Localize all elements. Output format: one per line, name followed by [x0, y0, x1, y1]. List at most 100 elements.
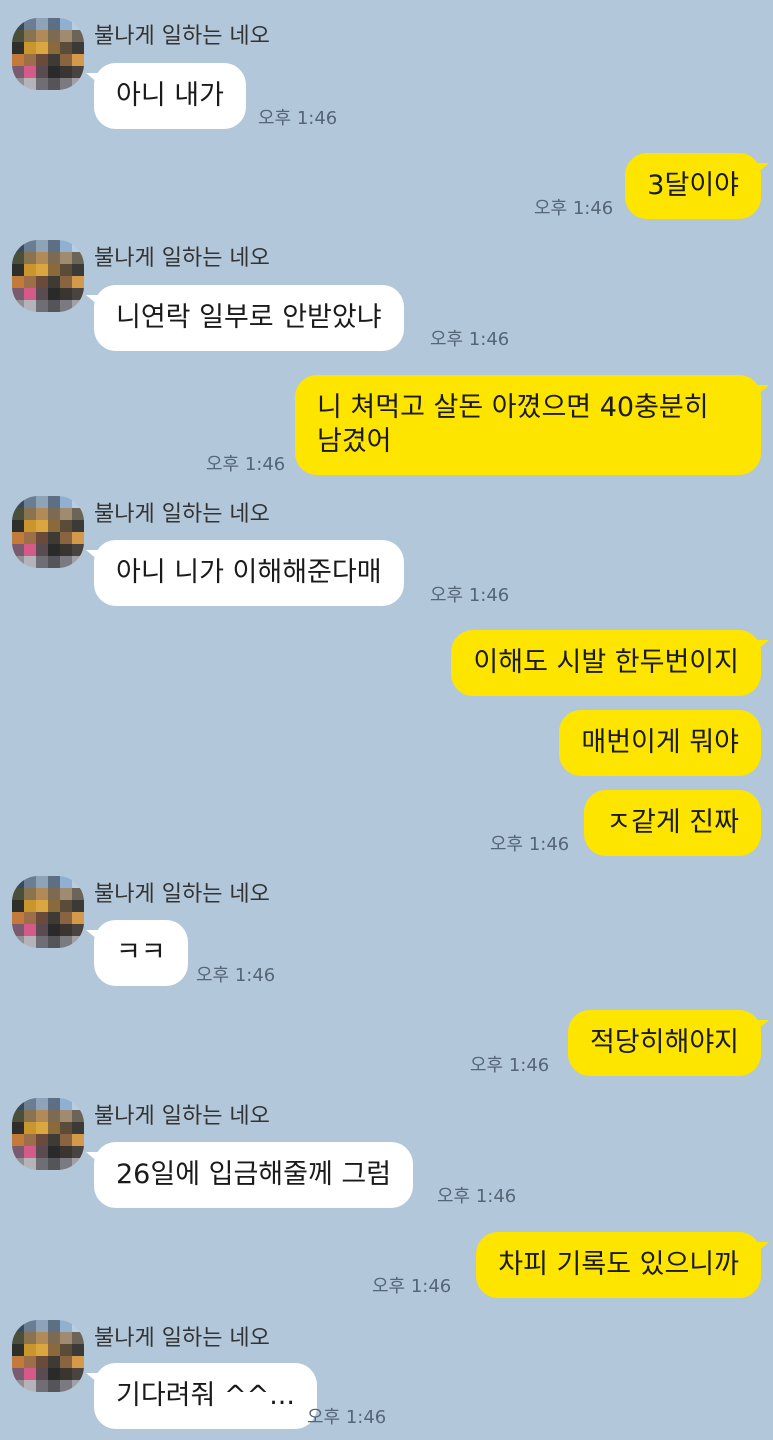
avatar-pixel: [60, 1158, 72, 1170]
avatar-pixel: [24, 508, 36, 520]
avatar-pixel: [72, 264, 84, 276]
avatar-pixel: [72, 18, 84, 30]
avatar-pixel: [48, 520, 60, 532]
avatar-pixel: [48, 1380, 60, 1392]
avatar-pixel: [12, 544, 24, 556]
avatar-pixel: [48, 1356, 60, 1368]
avatar-pixel: [12, 288, 24, 300]
message-timestamp: 오후 1:46: [206, 454, 286, 475]
avatar-pixel: [24, 1368, 36, 1380]
avatar-pixel: [48, 1146, 60, 1158]
avatar-pixel: [12, 924, 24, 936]
avatar-pixel: [60, 1110, 72, 1122]
avatar-pixel: [48, 1332, 60, 1344]
avatar[interactable]: [12, 1098, 84, 1170]
avatar-pixel: [24, 532, 36, 544]
avatar-pixel: [24, 1356, 36, 1368]
avatar-pixel: [60, 1320, 72, 1332]
avatar-pixel: [36, 520, 48, 532]
avatar-pixel: [72, 556, 84, 568]
avatar-pixel: [48, 240, 60, 252]
avatar[interactable]: [12, 240, 84, 312]
message-bubble-incoming[interactable]: 26일에 입금해줄께 그럼: [85, 1142, 414, 1208]
avatar-pixel: [48, 30, 60, 42]
avatar-pixel: [24, 276, 36, 288]
message-bubble-outgoing[interactable]: 적당히해야지: [567, 1010, 770, 1076]
avatar[interactable]: [12, 1320, 84, 1392]
message-bubble-outgoing[interactable]: 3달이야: [625, 153, 769, 219]
avatar-pixel: [72, 508, 84, 520]
message-bubble-outgoing[interactable]: 이해도 시발 한두번이지: [451, 630, 769, 696]
avatar-pixel: [48, 1320, 60, 1332]
avatar-pixel: [60, 252, 72, 264]
avatar-pixel: [12, 66, 24, 78]
avatar-pixel: [72, 532, 84, 544]
avatar-pixel: [24, 240, 36, 252]
avatar-pixel: [60, 30, 72, 42]
avatar[interactable]: [12, 876, 84, 948]
message-timestamp: 오후 1:46: [430, 585, 510, 606]
avatar-pixel: [72, 900, 84, 912]
avatar-pixel: [12, 1356, 24, 1368]
avatar-pixel: [60, 18, 72, 30]
sender-name: 불나게 일하는 네오: [94, 24, 270, 49]
avatar-pixel: [24, 1146, 36, 1158]
avatar-pixel: [24, 888, 36, 900]
avatar-pixel: [60, 66, 72, 78]
message-bubble-incoming[interactable]: 아니 니가 이해해준다매: [86, 540, 404, 606]
avatar-pixel: [72, 30, 84, 42]
avatar-pixel: [60, 936, 72, 948]
avatar-pixel: [36, 54, 48, 66]
avatar-pixel: [36, 276, 48, 288]
avatar-pixel: [72, 240, 84, 252]
avatar-pixel: [24, 556, 36, 568]
avatar-pixel: [60, 888, 72, 900]
message-timestamp: 오후 1:46: [470, 1055, 550, 1076]
avatar-pixel: [24, 900, 36, 912]
avatar-pixel: [36, 544, 48, 556]
avatar-pixel: [48, 66, 60, 78]
avatar-pixel: [48, 876, 60, 888]
message-bubble-incoming[interactable]: ㅋㅋ: [86, 920, 188, 986]
avatar-pixel: [60, 264, 72, 276]
message-bubble-incoming[interactable]: 니연락 일부로 안받았냐: [86, 285, 404, 351]
message-bubble-outgoing[interactable]: 니 쳐먹고 살돈 아꼈으면 40충분히 남겼어: [295, 375, 769, 475]
sender-name: 불나게 일하는 네오: [94, 246, 270, 271]
message-timestamp: 오후 1:46: [307, 1407, 387, 1428]
message-bubble-incoming[interactable]: 아니 내가: [86, 63, 246, 129]
message-bubble-outgoing[interactable]: ㅈ같게 진짜: [584, 790, 761, 856]
avatar-pixel: [24, 1332, 36, 1344]
message-bubble-outgoing[interactable]: 매번이게 뭐야: [559, 710, 761, 776]
avatar-pixel: [72, 288, 84, 300]
avatar-pixel: [36, 936, 48, 948]
avatar-pixel: [72, 1110, 84, 1122]
avatar-pixel: [72, 1158, 84, 1170]
avatar-pixel: [48, 42, 60, 54]
avatar-pixel: [12, 888, 24, 900]
avatar-pixel: [36, 1158, 48, 1170]
avatar-pixel: [72, 1146, 84, 1158]
avatar-pixel: [12, 1320, 24, 1332]
avatar-pixel: [36, 66, 48, 78]
message-bubble-outgoing[interactable]: 차피 기록도 있으니까: [476, 1232, 769, 1298]
message-bubble-incoming[interactable]: 기다려줘 ^^...: [86, 1363, 317, 1429]
sender-name: 불나게 일하는 네오: [94, 1104, 270, 1129]
avatar-pixel: [36, 1332, 48, 1344]
avatar-pixel: [12, 496, 24, 508]
avatar-pixel: [12, 30, 24, 42]
avatar[interactable]: [12, 18, 84, 90]
avatar-pixel: [24, 288, 36, 300]
avatar-pixel: [60, 1332, 72, 1344]
avatar-pixel: [12, 900, 24, 912]
avatar-pixel: [72, 496, 84, 508]
avatar-pixel: [60, 54, 72, 66]
avatar-pixel: [60, 240, 72, 252]
avatar-pixel: [36, 42, 48, 54]
avatar-pixel: [36, 300, 48, 312]
avatar-pixel: [72, 1320, 84, 1332]
message-timestamp: 오후 1:46: [258, 108, 338, 129]
avatar-pixel: [48, 276, 60, 288]
avatar-pixel: [48, 1122, 60, 1134]
avatar-pixel: [36, 1344, 48, 1356]
avatar[interactable]: [12, 496, 84, 568]
